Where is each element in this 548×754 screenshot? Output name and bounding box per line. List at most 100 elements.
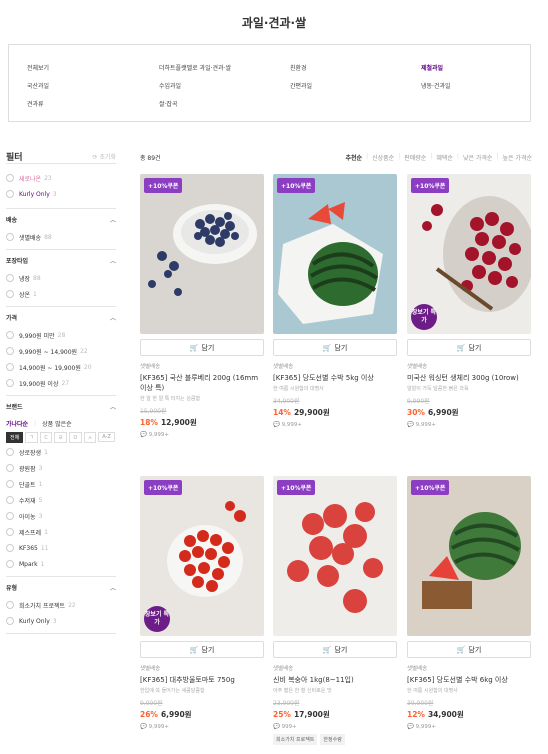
alpha-tab[interactable]: ㅁ — [69, 431, 82, 443]
product-name[interactable]: [KF365] 국산 블루베리 200g (16mm이상 특) — [140, 373, 264, 393]
checkbox-icon — [6, 496, 14, 504]
product-name[interactable]: [KF365] 당도선별 수박 5kg 이상 — [273, 373, 397, 383]
section-header[interactable]: 유형 ︿ — [6, 577, 116, 597]
product-tag: 희소가치 프로젝트 — [273, 734, 318, 745]
category-organic[interactable]: 친환경 — [290, 63, 307, 72]
original-price: 34,900원 — [273, 398, 300, 405]
filter-option[interactable]: 희소가치 프로젝트 22 — [6, 597, 116, 613]
filter-option-kurly-only[interactable]: Kurly Only 3 — [6, 186, 116, 202]
brand-option[interactable]: Mpark 1 — [6, 556, 116, 572]
product-image[interactable]: +10%쿠폰 장보기 특가 — [140, 476, 264, 636]
alpha-tab[interactable]: ㄹ — [54, 431, 68, 443]
filter-option[interactable]: 9,990원 ~ 14,900원 22 — [6, 343, 116, 359]
option-label: 아이농 — [19, 513, 36, 521]
cart-label: 담기 — [334, 343, 348, 352]
alpha-tab[interactable]: ㅅ — [83, 431, 97, 443]
filter-option[interactable]: 9,990원 미만 28 — [6, 327, 116, 343]
product-image[interactable]: +10%쿠폰 장보기 특가 — [407, 174, 531, 334]
sort-low-price[interactable]: 낮은 가격순 — [463, 153, 493, 162]
divider: | — [398, 153, 401, 160]
list-toolbar: 총 89건 추천순 | 신상품순 | 판매량순 | 혜택순 | 낮은 가격순 | 높은 가… — [140, 153, 532, 162]
section-header[interactable]: 배송 ︿ — [6, 209, 116, 229]
checkbox-icon — [6, 464, 14, 472]
sort-high-price[interactable]: 높은 가격순 — [502, 153, 532, 162]
brand-option[interactable]: 단골트 1 — [6, 476, 116, 492]
alpha-tab[interactable]: 전체 — [6, 431, 24, 443]
category-rice[interactable]: 쌀·잡곡 — [159, 99, 177, 108]
checkbox-icon — [6, 480, 14, 488]
filter-option[interactable]: 상온 1 — [6, 286, 116, 302]
product-card[interactable]: +10%쿠폰 🛒 담기 샛별배송 [KF365] 국산 블루베리 200g (16… — [140, 174, 264, 438]
page-title: 과일·견과·쌀 — [241, 16, 307, 30]
product-card[interactable]: +10%쿠폰 🛒 담기 샛별배송 [KF365] 당도선별 수박 6kg 이상 한… — [407, 476, 531, 730]
add-to-cart-button[interactable]: 🛒 담기 — [407, 339, 531, 356]
category-domestic[interactable]: 국산과일 — [27, 81, 49, 90]
product-image[interactable]: +10%쿠폰 — [273, 476, 397, 636]
category-nuts[interactable]: 견과류 — [27, 99, 44, 108]
add-to-cart-button[interactable]: 🛒 담기 — [273, 339, 397, 356]
category-easy[interactable]: 간편과일 — [290, 81, 312, 90]
option-count: 20 — [83, 363, 92, 371]
category-feature[interactable]: 더하트플랫벨로 과일·견과·쌀 — [159, 63, 231, 72]
checkbox-icon — [6, 601, 14, 609]
product-name[interactable]: [KF365] 대추방울토마토 750g — [140, 675, 264, 685]
product-image[interactable]: +10%쿠폰 — [140, 174, 264, 334]
category-seasonal[interactable]: 제철과일 — [421, 63, 443, 72]
filter-option[interactable]: 19,900원 이상 27 — [6, 375, 116, 391]
product-name[interactable]: 신비 복숭아 1kg(8~11입) — [273, 675, 397, 685]
top-filter-section: 새로나온 23 Kurly Only 3 — [6, 164, 116, 209]
brand-option[interactable]: 광원팜 3 — [6, 460, 116, 476]
filter-option[interactable]: 샛별배송 88 — [6, 229, 116, 245]
sort-sales[interactable]: 판매량순 — [404, 153, 426, 162]
brand-option[interactable]: 상로장생 1 — [6, 444, 116, 460]
product-card[interactable]: +10%쿠폰 🛒 담기 샛별배송 신비 복숭아 1kg(8~11입) 아주 짧은 … — [273, 476, 397, 745]
category-frozen[interactable]: 냉동·건과일 — [421, 81, 451, 90]
alpha-tab[interactable]: ㄱ — [25, 431, 38, 443]
category-all[interactable]: 전체보기 — [27, 63, 49, 72]
section-header[interactable]: 가격 ︿ — [6, 307, 116, 327]
divider: | — [430, 153, 433, 160]
product-name[interactable]: 미국산 워싱턴 생체리 300g (10row) — [407, 373, 531, 383]
coupon-badge: +10%쿠폰 — [144, 480, 183, 495]
reset-button[interactable]: ⟳ 초기화 — [93, 152, 117, 161]
product-card[interactable]: +10%쿠폰 장보기 특가 🛒 담기 샛별배송 미국산 워싱턴 생체리 300g … — [407, 174, 531, 428]
filter-option[interactable]: 냉장 88 — [6, 270, 116, 286]
product-image[interactable]: +10%쿠폰 — [407, 476, 531, 636]
filter-option-new[interactable]: 새로나온 23 — [6, 170, 116, 186]
alpha-tab[interactable]: ㄷ — [39, 431, 53, 443]
filter-option[interactable]: Kurly Only 3 — [6, 613, 116, 629]
coupon-badge: +10%쿠폰 — [411, 480, 450, 495]
section-title: 가격 — [6, 314, 18, 322]
brand-option[interactable]: 아이농 3 — [6, 508, 116, 524]
add-to-cart-button[interactable]: 🛒 담기 — [273, 641, 397, 658]
brand-tab-count[interactable]: 상품 많은순 — [42, 419, 72, 428]
filter-option[interactable]: 14,900원 ~ 19,900원 20 — [6, 359, 116, 375]
brand-option[interactable]: 제스프레 1 — [6, 524, 116, 540]
section-header[interactable]: 포장타입 ︿ — [6, 250, 116, 270]
product-card[interactable]: +10%쿠폰 장보기 특가 🛒 담기 샛별배송 [KF365] 대추방울토마토 7… — [140, 476, 264, 730]
alpha-tab[interactable]: A-Z — [98, 432, 115, 442]
add-to-cart-button[interactable]: 🛒 담기 — [140, 339, 264, 356]
delivery-type: 샛별배송 — [407, 666, 428, 672]
category-imported[interactable]: 수입과일 — [159, 81, 181, 90]
sort-recommend[interactable]: 추천순 — [346, 153, 363, 162]
brand-tab-abc[interactable]: 가나다순 — [6, 419, 28, 428]
brand-option[interactable]: 수저재 5 — [6, 492, 116, 508]
brand-option[interactable]: KF365 11 — [6, 540, 116, 556]
review-number: 9,999+ — [148, 724, 169, 730]
option-count: 22 — [68, 601, 76, 609]
option-count: 22 — [80, 347, 88, 355]
add-to-cart-button[interactable]: 🛒 담기 — [407, 641, 531, 658]
product-card[interactable]: +10%쿠폰 🛒 담기 샛별배송 [KF365] 당도선별 수박 5kg 이상 한… — [273, 174, 397, 428]
product-name[interactable]: [KF365] 당도선별 수박 6kg 이상 — [407, 675, 531, 685]
product-image[interactable]: +10%쿠폰 — [273, 174, 397, 334]
add-to-cart-button[interactable]: 🛒 담기 — [140, 641, 264, 658]
sort-benefit[interactable]: 혜택순 — [436, 153, 453, 162]
checkbox-icon — [6, 560, 14, 568]
comment-icon: 💬 — [140, 432, 147, 438]
sort-new[interactable]: 신상품순 — [372, 153, 394, 162]
section-header[interactable]: 브랜드 ︿ — [6, 396, 116, 416]
product-tags: 희소가치 프로젝트 한정수량 — [273, 734, 397, 745]
chevron-up-icon: ︿ — [109, 584, 116, 592]
price-line: 30% 6,990원 — [407, 407, 531, 418]
